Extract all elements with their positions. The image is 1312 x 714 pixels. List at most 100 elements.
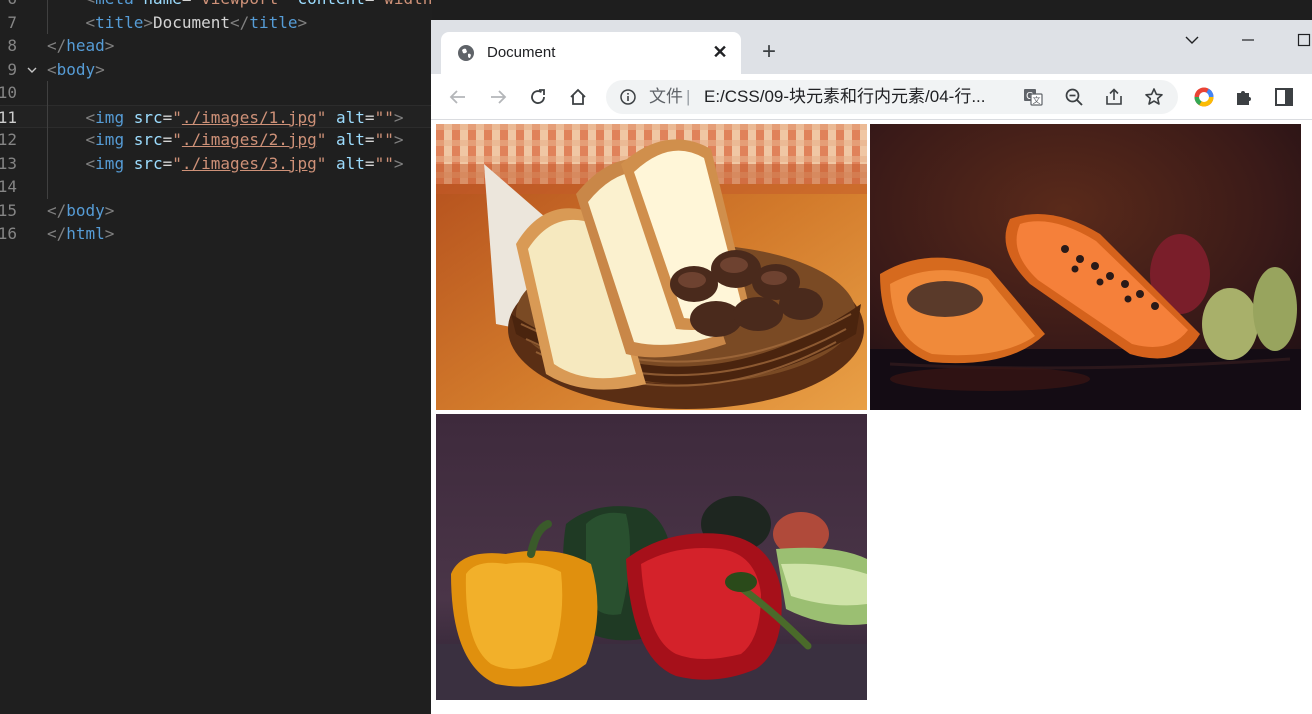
side-panel-icon[interactable]: [1269, 82, 1299, 112]
code-token: =: [182, 0, 192, 8]
line-number: 8: [7, 36, 17, 55]
tab-strip: Document ✕ +: [431, 20, 1312, 74]
code-token: img: [95, 130, 125, 149]
chrome-extension-icon[interactable]: [1189, 82, 1219, 112]
code-token: meta: [95, 0, 134, 8]
code-token: body: [56, 59, 96, 79]
code-text: <title>Document</title>: [47, 11, 308, 35]
code-token: head: [66, 36, 105, 55]
code-line[interactable]: 14: [0, 175, 432, 199]
url-text[interactable]: E:/CSS/09-块元素和行内元素/04-行...: [704, 87, 986, 107]
image-bread-basket: [436, 124, 867, 410]
line-number: 16: [0, 224, 17, 243]
svg-text:文: 文: [1033, 95, 1041, 105]
info-icon[interactable]: [620, 89, 636, 105]
code-text: </head>: [47, 34, 114, 58]
code-token: </: [47, 200, 67, 220]
code-line[interactable]: 9 <body>: [0, 58, 432, 82]
code-line[interactable]: 16 </html>: [0, 222, 432, 246]
code-token: =: [162, 153, 173, 173]
tab-search-icon[interactable]: [1177, 28, 1207, 52]
code-token: <: [47, 59, 57, 79]
code-token: =: [364, 107, 375, 127]
code-token: ./images/1.jpg: [181, 107, 317, 127]
code-token: >: [143, 12, 153, 32]
close-tab-icon[interactable]: ✕: [709, 41, 731, 63]
code-token: <: [85, 107, 96, 127]
code-text: <img src="./images/3.jpg" alt="">: [47, 152, 404, 176]
code-line[interactable]: 11 <img src="./images/1.jpg" alt="">: [0, 104, 432, 130]
code-line[interactable]: 13 <img src="./images/3.jpg" alt="">: [0, 152, 432, 176]
url-scheme-label: 文件: [649, 87, 683, 106]
code-line[interactable]: 12 <img src="./images/2.jpg" alt="">: [0, 128, 432, 152]
code-text: </body>: [47, 199, 114, 223]
new-tab-button[interactable]: +: [755, 38, 783, 66]
minimize-icon[interactable]: [1233, 28, 1263, 52]
code-text: <meta name="viewport" content="width=dev…: [47, 0, 432, 11]
code-token: >: [393, 153, 404, 173]
code-token: >: [104, 224, 115, 243]
code-token: >: [104, 200, 115, 220]
translate-icon[interactable]: G 文: [1023, 87, 1043, 107]
tab-title: Document: [487, 44, 556, 61]
bookmark-star-icon[interactable]: [1144, 87, 1164, 107]
url-separator: |: [686, 87, 691, 106]
code-line[interactable]: 10: [0, 81, 432, 105]
back-arrow-icon[interactable]: [443, 82, 473, 112]
code-line[interactable]: 7 <title>Document</title>: [0, 11, 432, 35]
code-line[interactable]: 6 <meta name="viewport" content="width=d…: [0, 0, 432, 11]
line-number: 11: [0, 107, 17, 127]
code-token: <: [85, 12, 96, 32]
code-token: =: [364, 130, 375, 149]
line-number: 6: [0, 0, 17, 11]
tab-document[interactable]: Document ✕: [441, 32, 741, 74]
code-token: </: [230, 12, 250, 32]
code-text: <body>: [47, 58, 105, 82]
line-number: 13: [0, 153, 17, 173]
code-line[interactable]: 15 </body>: [0, 199, 432, 223]
address-bar[interactable]: 文件 | E:/CSS/09-块元素和行内元素/04-行... G 文: [606, 80, 1178, 114]
browser-window: Document ✕ + 文件 | E:/CSS/09-块元素和行内元素/04-…: [431, 20, 1312, 714]
line-number: 15: [0, 200, 17, 220]
maximize-icon[interactable]: [1289, 28, 1312, 52]
code-token: >: [95, 59, 105, 79]
code-token: ": [172, 130, 182, 149]
home-icon[interactable]: [563, 82, 593, 112]
puzzle-extensions-icon[interactable]: [1229, 82, 1259, 112]
code-token: =: [365, 0, 375, 8]
code-token: src: [124, 130, 163, 149]
share-icon[interactable]: [1104, 87, 1124, 107]
reload-icon[interactable]: [523, 82, 553, 112]
code-token: <: [85, 153, 96, 173]
code-token: ./images/3.jpg: [181, 153, 317, 173]
code-token: "": [374, 107, 394, 127]
code-text: <img src="./images/2.jpg" alt="">: [47, 128, 404, 152]
code-line[interactable]: 8 </head>: [0, 34, 432, 58]
image-bell-peppers: [436, 414, 867, 700]
code-token: <: [86, 0, 96, 8]
code-token: name: [134, 0, 182, 8]
code-token: ": [316, 130, 327, 149]
code-token: =: [162, 130, 173, 149]
zoom-out-icon[interactable]: [1064, 87, 1084, 107]
code-token: html: [66, 224, 105, 243]
line-number: 12: [0, 130, 17, 149]
code-token: >: [393, 130, 404, 149]
line-number: 14: [0, 177, 17, 196]
code-token: content: [288, 0, 364, 8]
code-token: src: [124, 107, 163, 127]
code-text: <img src="./images/1.jpg" alt="">: [47, 106, 404, 130]
indent-guide: [47, 0, 48, 34]
forward-arrow-icon[interactable]: [483, 82, 513, 112]
image-papaya: [870, 124, 1301, 410]
code-editor[interactable]: 6 <meta name="viewport" content="width=d…: [0, 0, 432, 714]
code-token: body: [66, 200, 105, 220]
code-token: Document: [152, 12, 231, 32]
code-token: alt: [326, 130, 365, 149]
code-token: src: [124, 153, 163, 173]
code-token: "": [374, 130, 394, 149]
code-token: =: [364, 153, 375, 173]
